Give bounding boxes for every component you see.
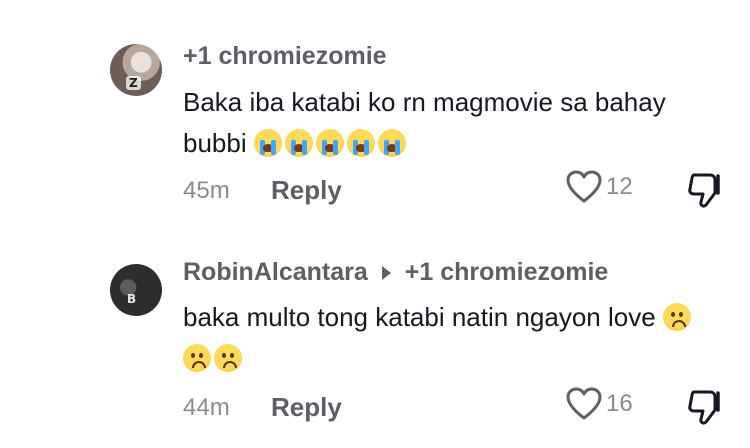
reply-to-name[interactable]: +1 chromiezomie	[405, 258, 609, 287]
avatar[interactable]: B	[110, 264, 162, 316]
dislike-button[interactable]	[686, 171, 726, 214]
comment-meta: 44m Reply	[183, 392, 342, 423]
like-button[interactable]: 12	[566, 170, 633, 204]
comment-timestamp: 44m	[183, 393, 230, 421]
comment-text-line: Baka iba katabi ko rn magmovie sa bahay	[183, 87, 666, 117]
reply-button[interactable]: Reply	[271, 175, 342, 206]
worried-face-icon	[214, 344, 242, 372]
dislike-button[interactable]	[686, 388, 726, 431]
comment-meta: 45m Reply	[183, 175, 342, 206]
worried-face-icon	[662, 303, 691, 331]
thumbs-down-outline-icon	[688, 390, 720, 425]
like-button[interactable]: 16	[566, 387, 633, 421]
comment-author: RobinAlcantara +1 chromiezomie	[183, 258, 608, 287]
like-count: 12	[606, 173, 633, 200]
comment-text: baka multo tong katabi natin ngayon love	[183, 297, 723, 379]
loudly-crying-face-icon	[377, 129, 406, 157]
comment-timestamp: 45m	[183, 176, 230, 204]
reply-button[interactable]: Reply	[271, 392, 342, 423]
heart-outline-icon	[566, 170, 602, 203]
author-name[interactable]: RobinAlcantara	[183, 258, 368, 287]
like-count: 16	[606, 390, 633, 417]
comment-author[interactable]: +1 chromiezomie	[183, 42, 387, 71]
avatar[interactable]: Z	[110, 44, 162, 96]
avatar-badge: B	[127, 292, 137, 306]
comment-text-line: baka multo tong katabi natin ngayon love	[183, 302, 656, 332]
comment-text-line: bubbi	[183, 128, 247, 158]
comment-text: Baka iba katabi ko rn magmovie sa bahay …	[183, 82, 723, 164]
loudly-crying-face-icon	[315, 129, 344, 157]
avatar-badge: Z	[126, 76, 141, 90]
comment-item: B RobinAlcantara +1 chromiezomie baka mu…	[0, 224, 750, 448]
heart-outline-icon	[566, 387, 602, 420]
comment-item: Z +1 chromiezomie Baka iba katabi ko rn …	[0, 0, 750, 224]
worried-face-icon	[183, 344, 211, 372]
author-name[interactable]: +1 chromiezomie	[183, 42, 387, 71]
loudly-crying-face-icon	[253, 129, 282, 157]
reply-arrow-icon	[381, 265, 391, 280]
thumbs-down-outline-icon	[688, 173, 720, 208]
loudly-crying-face-icon	[346, 129, 375, 157]
loudly-crying-face-icon	[284, 129, 313, 157]
